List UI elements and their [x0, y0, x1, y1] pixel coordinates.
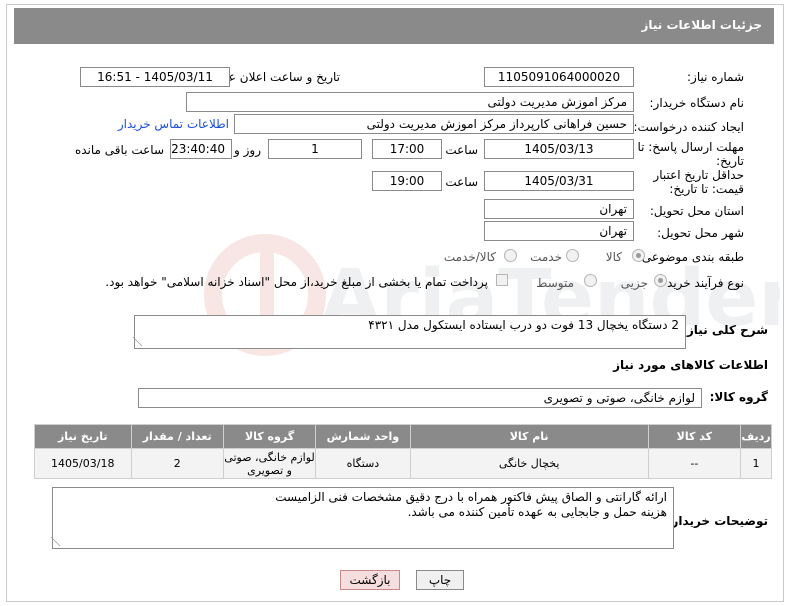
buyer-contact-link[interactable]: اطلاعات تماس خریدار [118, 117, 229, 131]
process-partial-radio[interactable] [654, 274, 667, 287]
category-goods-service-label: کالا/خدمت [443, 250, 496, 264]
category-goods-radio[interactable] [632, 249, 645, 262]
buyer-notes-textarea[interactable]: ارائه گارانتی و الصاق پیش فاکتور همراه ب… [50, 487, 674, 549]
print-button[interactable]: چاپ [416, 570, 464, 590]
buyer-notes-line-2: هزینه حمل و جابجایی به عهده تأمین کننده … [407, 505, 667, 519]
city-field: تهران [484, 221, 634, 241]
reply-deadline-label: مهلت ارسال پاسخ: تا تاریخ: [637, 140, 744, 168]
price-validity-label: حداقل تاریخ اعتبار قیمت: تا تاریخ: [653, 168, 744, 196]
goods-group-label: گروه کالا: [709, 390, 768, 404]
category-service-label: خدمت [530, 250, 562, 264]
buyer-notes-line-1: ارائه گارانتی و الصاق پیش فاکتور همراه ب… [275, 490, 667, 504]
category-goods-label: کالا [605, 250, 622, 264]
need-number-label: شماره نیاز: [687, 70, 744, 84]
validity-date-field: 1405/03/31 [484, 171, 634, 191]
requester-label: ایجاد کننده درخواست: [633, 120, 744, 134]
reply-date-field: 1405/03/13 [484, 139, 634, 159]
validity-time-field: 19:00 [372, 171, 442, 191]
day-and-label: روز و [234, 143, 261, 157]
category-goods-service-radio[interactable] [504, 249, 517, 262]
back-button[interactable]: بازگشت [340, 570, 400, 590]
buyer-org-field: مرکز اموزش مدیریت دولتی [186, 92, 634, 112]
goods-info-heading: اطلاعات کالاهای مورد نیاز [613, 358, 768, 372]
table-row: 1 -- یخچال خانگی دستگاه لوازم خانگی، صوت… [34, 448, 772, 479]
remaining-time-field: 23:40:40 [170, 139, 232, 159]
reply-time-field: 17:00 [372, 139, 442, 159]
announce-datetime-field: 1405/03/11 - 16:51 [80, 67, 230, 87]
need-number-field: 1105091064000020 [484, 67, 634, 87]
col-row-header: ردیف [740, 424, 772, 449]
cell-group: لوازم خانگی، صوتی و تصویری [222, 448, 317, 479]
page-title: جزئیات اطلاعات نیاز [14, 8, 774, 44]
col-unit-header: واحد شمارش [315, 424, 411, 449]
goods-group-field: لوازم خانگی، صوتی و تصویری [138, 388, 702, 408]
col-date-header: تاریخ نیاز [34, 424, 132, 449]
cell-unit: دستگاه [315, 448, 411, 479]
description-label: شرح کلی نیاز: [682, 323, 768, 337]
col-name-header: نام کالا [409, 424, 649, 449]
city-label: شهر محل تحویل: [657, 226, 744, 240]
col-qty-header: تعداد / مقدار [130, 424, 224, 449]
province-field: تهران [484, 199, 634, 219]
description-text: 2 دستگاه یخچال 13 فوت دو درب ایستاده ایس… [368, 318, 679, 332]
category-service-radio[interactable] [566, 249, 579, 262]
col-code-header: کد کالا [647, 424, 742, 449]
province-label: استان محل تحویل: [649, 204, 744, 218]
goods-table: ردیف کد کالا نام کالا واحد شمارش گروه کا… [34, 424, 772, 479]
resize-handle-icon[interactable] [132, 337, 151, 346]
reply-time-label: ساعت [445, 143, 478, 157]
cell-date: 1405/03/18 [34, 448, 132, 479]
buyer-notes-label: توضیحات خریدار: [666, 514, 768, 528]
process-type-label: نوع فرآیند خرید : [659, 276, 744, 290]
payment-note: پرداخت تمام یا بخشی از مبلغ خرید،از محل … [105, 275, 488, 289]
col-group-header: گروه کالا [222, 424, 317, 449]
cell-code: -- [647, 448, 742, 479]
process-medium-label: متوسط [536, 276, 574, 290]
resize-handle-icon[interactable] [50, 537, 69, 546]
remaining-label: ساعت باقی مانده [74, 143, 164, 157]
cell-name: یخچال خانگی [409, 448, 649, 479]
process-partial-label: جزیی [620, 276, 648, 290]
treasury-payment-checkbox[interactable] [496, 274, 508, 286]
validity-time-label: ساعت [445, 175, 478, 189]
category-label: طبقه بندی موضوعی: [637, 250, 744, 264]
requester-field: حسین فراهانی کارپرداز مرکز اموزش مدیریت … [234, 114, 634, 134]
buyer-org-label: نام دستگاه خریدار: [649, 96, 745, 110]
table-header-row: ردیف کد کالا نام کالا واحد شمارش گروه کا… [34, 424, 772, 449]
process-medium-radio[interactable] [584, 274, 597, 287]
description-textarea[interactable]: 2 دستگاه یخچال 13 فوت دو درب ایستاده ایس… [132, 315, 686, 349]
reply-days-field: 1 [268, 139, 362, 159]
cell-qty: 2 [130, 448, 224, 479]
cell-row: 1 [740, 448, 772, 479]
